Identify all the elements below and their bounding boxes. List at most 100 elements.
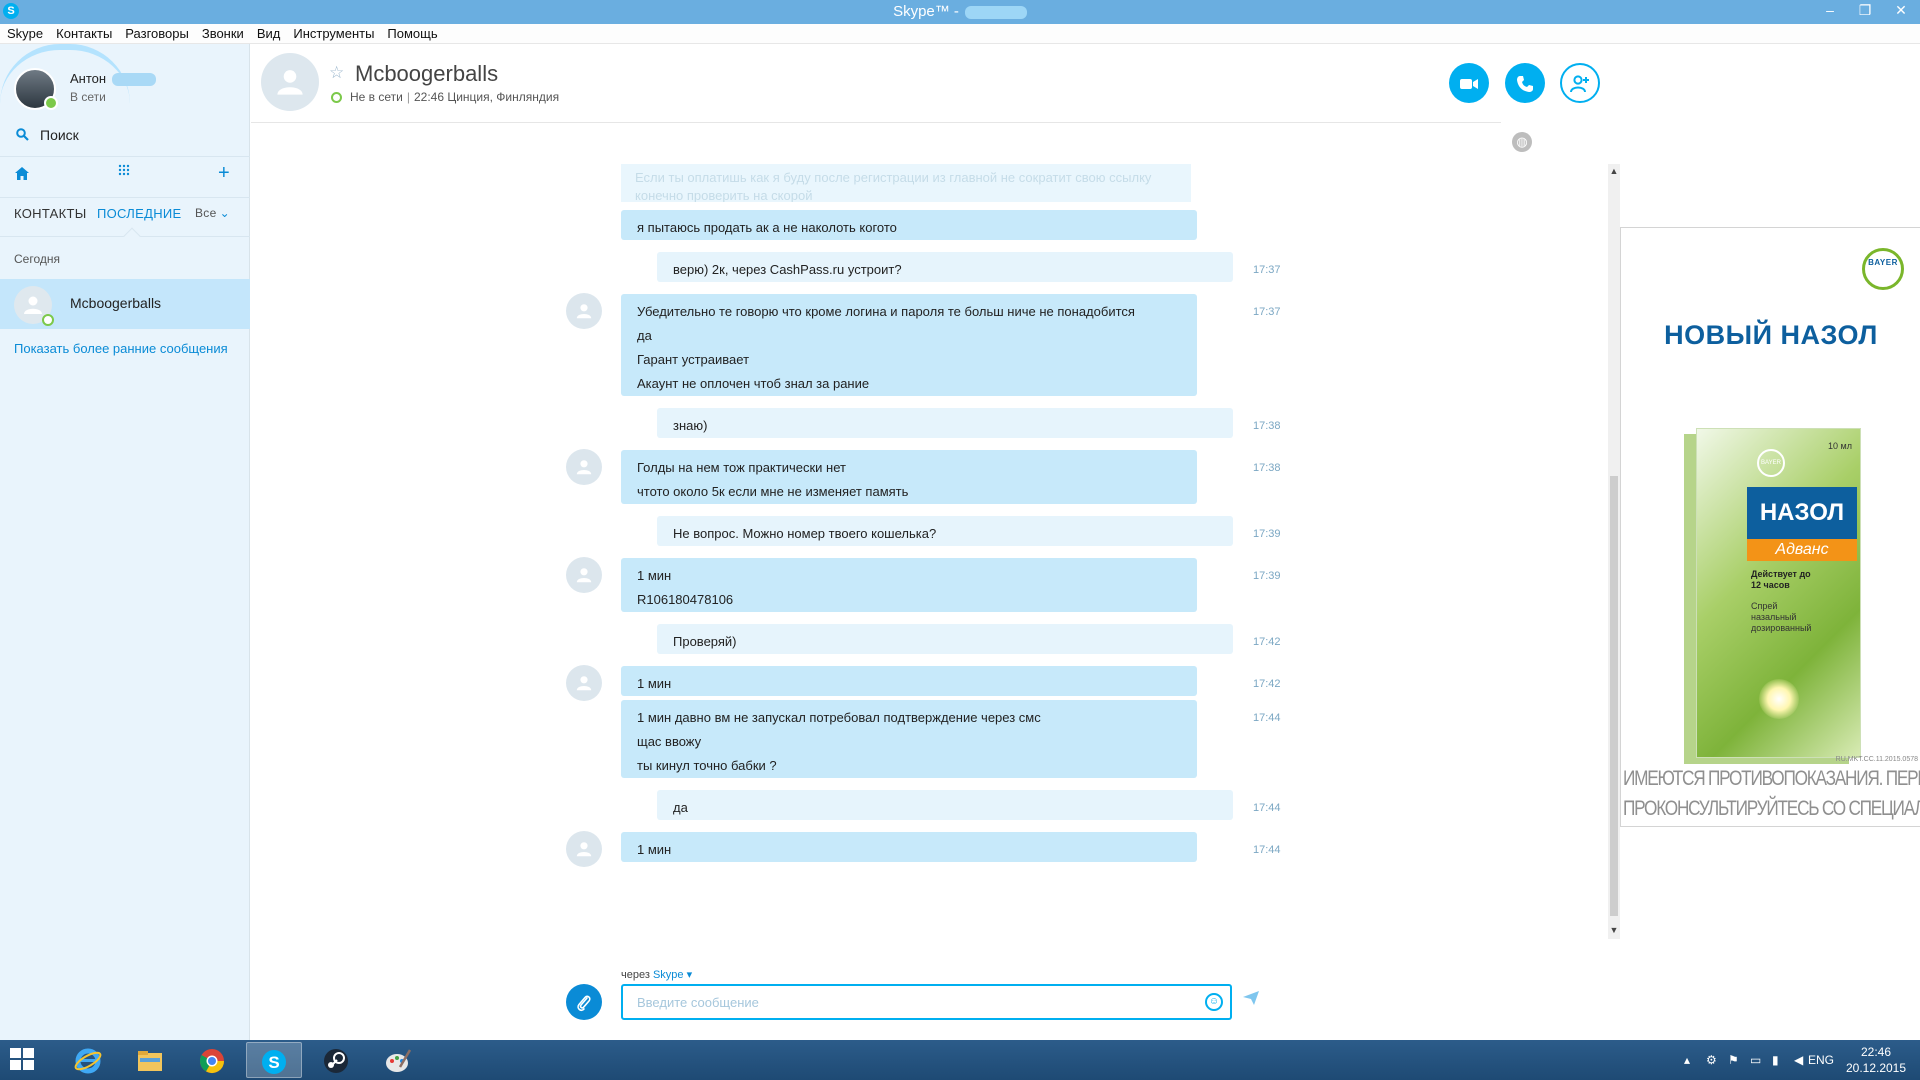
volume-icon[interactable]: ◀ bbox=[1794, 1053, 1803, 1067]
sidebar: Антон В сети Поиск + КОНТАКТЫ ПОСЛЕДНИЕ … bbox=[0, 44, 250, 1040]
offline-status-icon bbox=[42, 314, 54, 326]
message-text: знаю) bbox=[673, 418, 708, 433]
system-clock[interactable]: 22:46 20.12.2015 bbox=[1836, 1044, 1916, 1076]
contact-status: Не в сети | 22:46 Цинция, Финляндия bbox=[331, 90, 559, 104]
contact-list-item[interactable]: Mcboogerballs bbox=[0, 279, 250, 329]
tab-contacts[interactable]: КОНТАКТЫ bbox=[14, 206, 87, 221]
contact-avatar[interactable] bbox=[261, 53, 319, 111]
close-button[interactable]: ✕ bbox=[1886, 0, 1916, 22]
incoming-message[interactable]: я пытаюсь продать ак а не наколоть когот… bbox=[621, 210, 1197, 240]
product-claim: Действует до 12 часов bbox=[1751, 569, 1811, 590]
send-icon[interactable] bbox=[1242, 990, 1260, 1012]
my-name[interactable]: Антон bbox=[70, 71, 157, 87]
message-avatar[interactable] bbox=[566, 665, 602, 701]
video-camera-icon bbox=[1460, 79, 1478, 90]
video-call-button[interactable] bbox=[1449, 63, 1489, 103]
tray-app-icon[interactable]: ⚙ bbox=[1706, 1053, 1717, 1067]
chrome-icon[interactable] bbox=[184, 1042, 240, 1078]
via-prefix: через bbox=[621, 969, 650, 981]
network-icon[interactable]: ▮ bbox=[1772, 1053, 1779, 1067]
scroll-down-arrow-icon[interactable]: ▼ bbox=[1608, 925, 1620, 935]
menu-contacts[interactable]: Контакты bbox=[49, 24, 118, 41]
message-text: я пытаюсь продать ак а не наколоть когот… bbox=[637, 220, 897, 235]
restore-button[interactable]: ❐ bbox=[1850, 0, 1880, 22]
message-timestamp: 17:38 bbox=[1253, 462, 1281, 474]
message-avatar[interactable] bbox=[566, 293, 602, 329]
add-participant-button[interactable] bbox=[1560, 63, 1600, 103]
action-center-icon[interactable]: ⚑ bbox=[1728, 1053, 1739, 1067]
skype-taskbar-icon[interactable]: S bbox=[246, 1042, 302, 1078]
search-icon bbox=[16, 128, 29, 144]
start-button[interactable] bbox=[10, 1048, 36, 1072]
incoming-message[interactable]: Убедительно те говорю что кроме логина и… bbox=[621, 294, 1197, 396]
show-earlier-messages-link[interactable]: Показать более ранние сообщения bbox=[14, 341, 228, 356]
dialpad-icon[interactable] bbox=[118, 164, 130, 181]
product-package-image: 10 мл BAYER НАЗОЛ Адванс Действует до 12… bbox=[1696, 428, 1861, 758]
scrollbar-thumb[interactable] bbox=[1610, 476, 1618, 916]
globe-icon[interactable]: ◍ bbox=[1512, 132, 1532, 152]
message-text: чтото около 5к если мне не изменяет памя… bbox=[637, 484, 909, 499]
message-history: Если ты оплатишь как я буду после регист… bbox=[251, 164, 1619, 964]
outgoing-message[interactable]: верю) 2к, через CashPass.ru устроит? bbox=[657, 252, 1233, 282]
message-text: Гарант устраивает bbox=[637, 352, 750, 367]
search-box[interactable]: Поиск bbox=[14, 126, 234, 150]
power-icon[interactable]: ▭ bbox=[1750, 1053, 1761, 1067]
menu-view[interactable]: Вид bbox=[250, 24, 287, 41]
compose-area: через Skype ▾ ☺ bbox=[251, 964, 1619, 1040]
my-status[interactable]: В сети bbox=[70, 90, 106, 104]
message-text: верю) 2к, через CashPass.ru устроит? bbox=[673, 262, 902, 277]
phone-icon bbox=[1517, 76, 1533, 93]
outgoing-message[interactable]: знаю) bbox=[657, 408, 1233, 438]
my-avatar[interactable] bbox=[14, 68, 58, 110]
message-input[interactable] bbox=[621, 984, 1232, 1020]
scrollbar[interactable]: ▲ ▼ bbox=[1608, 164, 1620, 939]
title-bar: S Skype™ - – ❐ ✕ bbox=[0, 0, 1920, 24]
file-explorer-icon[interactable] bbox=[122, 1042, 178, 1078]
conversation-title[interactable]: Mcboogerballs bbox=[355, 61, 498, 87]
incoming-message[interactable]: 1 мин R106180478106 bbox=[621, 558, 1197, 612]
home-icon[interactable] bbox=[14, 166, 30, 186]
svg-text:S: S bbox=[268, 1053, 279, 1072]
scroll-up-arrow-icon[interactable]: ▲ bbox=[1608, 166, 1620, 176]
internet-explorer-icon[interactable] bbox=[60, 1042, 116, 1078]
advertisement-banner[interactable]: BAYER НОВЫЙ НАЗОЛ 10 мл BAYER НАЗОЛ Адва… bbox=[1620, 227, 1920, 827]
online-status-icon bbox=[44, 96, 58, 110]
send-via-selector[interactable]: через Skype ▾ bbox=[621, 968, 692, 981]
ad-warning: ИМЕЮТСЯ ПРОТИВОПОКАЗАНИЯ. ПЕРЕД ПРИМЕНЕН… bbox=[1623, 764, 1920, 824]
language-indicator[interactable]: ENG bbox=[1808, 1053, 1834, 1067]
menu-calls[interactable]: Звонки bbox=[195, 24, 250, 41]
tray-expand-icon[interactable]: ▴ bbox=[1684, 1053, 1690, 1067]
steam-icon[interactable] bbox=[308, 1042, 364, 1078]
incoming-message[interactable]: Голды на нем тож практически нет чтото ок… bbox=[621, 450, 1197, 504]
menu-tools[interactable]: Инструменты bbox=[286, 24, 380, 41]
status-divider: | bbox=[406, 90, 410, 104]
message-avatar[interactable] bbox=[566, 449, 602, 485]
incoming-message[interactable]: 1 мин давно вм не запускал потребовал по… bbox=[621, 700, 1197, 778]
clock-time: 22:46 bbox=[1860, 1045, 1892, 1059]
menu-conversations[interactable]: Разговоры bbox=[118, 24, 195, 41]
attach-button[interactable] bbox=[566, 984, 602, 1020]
menu-skype[interactable]: Skype bbox=[0, 24, 49, 41]
message-avatar[interactable] bbox=[566, 831, 602, 867]
outgoing-message[interactable]: Не вопрос. Можно номер твоего кошелька? bbox=[657, 516, 1233, 546]
product-variant: Адванс bbox=[1747, 539, 1857, 561]
menu-help[interactable]: Помощь bbox=[380, 24, 443, 41]
incoming-message[interactable]: 1 мин bbox=[621, 666, 1197, 696]
message-timestamp: 17:42 bbox=[1253, 678, 1281, 690]
add-icon[interactable]: + bbox=[218, 162, 230, 185]
audio-call-button[interactable] bbox=[1505, 63, 1545, 103]
local-time-location: 22:46 Цинция, Финляндия bbox=[413, 90, 560, 104]
message-avatar[interactable] bbox=[566, 557, 602, 593]
incoming-message[interactable]: 1 мин bbox=[621, 832, 1197, 862]
tab-recent[interactable]: ПОСЛЕДНИЕ bbox=[97, 206, 182, 221]
menu-bar: Skype Контакты Разговоры Звонки Вид Инструмен… bbox=[0, 24, 1920, 44]
filter-dropdown[interactable]: Все ⌄ bbox=[195, 206, 230, 220]
section-heading: Сегодня bbox=[14, 252, 60, 266]
outgoing-message[interactable]: Проверяй) bbox=[657, 624, 1233, 654]
outgoing-message[interactable]: да bbox=[657, 790, 1233, 820]
emoticon-icon[interactable]: ☺ bbox=[1205, 993, 1223, 1011]
favorite-star-icon[interactable]: ☆ bbox=[329, 63, 344, 83]
minimize-button[interactable]: – bbox=[1815, 0, 1845, 22]
paint-icon[interactable] bbox=[370, 1042, 426, 1078]
warning-line-2: ПРОКОНСУЛЬТИРУЙТЕСЬ СО СПЕЦИАЛИСТОМ bbox=[1623, 797, 1920, 820]
